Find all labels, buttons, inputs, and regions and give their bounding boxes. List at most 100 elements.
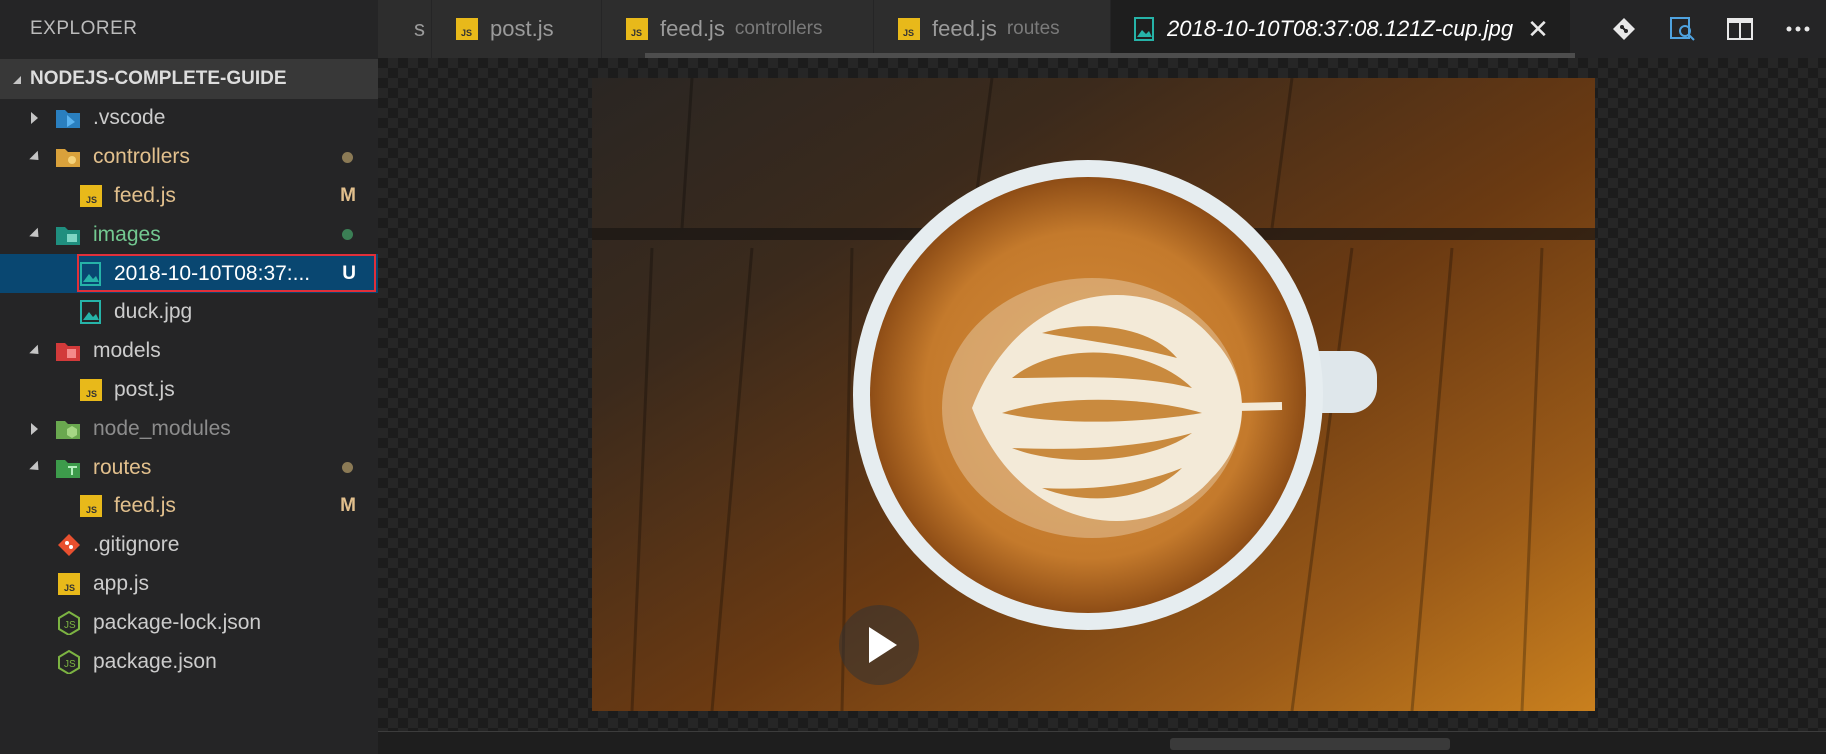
coffee-cup-image[interactable] (592, 78, 1595, 711)
tree-item-label: images (93, 222, 161, 246)
image-file-icon (80, 300, 101, 325)
tree-item-post-js[interactable]: JS post.js (0, 371, 378, 410)
split-editor-icon[interactable] (1726, 16, 1754, 42)
image-file-icon (80, 261, 101, 286)
modified-dot (342, 151, 353, 163)
tree-item-label: .vscode (93, 106, 166, 130)
chevron-down-icon (29, 344, 43, 358)
js-file-icon: JS (456, 18, 478, 40)
nodejs-icon: JS (58, 610, 80, 635)
tree-item-label: duck.jpg (114, 300, 193, 324)
status-bar-item (1170, 738, 1450, 750)
chevron-right-icon (31, 422, 38, 435)
tree-item-label: package.json (93, 649, 217, 673)
tree-item-app-js[interactable]: JS app.js (0, 565, 378, 604)
js-file-icon: JS (80, 495, 102, 518)
svg-text:JS: JS (461, 28, 472, 38)
chevron-down-icon (29, 460, 43, 475)
image-file-icon (1134, 17, 1154, 41)
chevron-down-icon (29, 228, 43, 242)
node-folder-icon (56, 420, 80, 439)
tree-item-label: node_modules (93, 416, 231, 440)
tab-feed-js-routes[interactable]: JS feed.js routes (874, 0, 1111, 58)
tree-item-label: feed.js (114, 183, 176, 207)
vscode-folder-icon (56, 110, 80, 129)
tree-item-images[interactable]: images (0, 215, 378, 254)
images-folder-icon (56, 226, 80, 245)
svg-text:JS: JS (64, 659, 76, 670)
editor-tab-bar: s JS post.js JS feed.js controllers JS f… (378, 0, 1826, 58)
tab-description: controllers (734, 18, 823, 39)
git-status-badge: M (340, 184, 356, 206)
controllers-folder-icon (56, 149, 80, 168)
tree-item-label: post.js (114, 377, 175, 401)
tree-item-label: models (93, 339, 161, 363)
tree-item-vscode[interactable]: .vscode (0, 99, 378, 138)
svg-text:JS: JS (631, 28, 642, 38)
svg-text:JS: JS (903, 28, 914, 38)
tree-item-models[interactable]: models (0, 332, 378, 371)
image-editor (378, 58, 1826, 732)
tab-feed-js-controllers[interactable]: JS feed.js controllers (602, 0, 874, 58)
tree-item-duck-jpg[interactable]: duck.jpg (0, 293, 378, 332)
js-file-icon: JS (58, 572, 80, 595)
untracked-dot (342, 229, 353, 241)
tree-item-node-modules[interactable]: node_modules (0, 409, 378, 448)
chevron-down-icon (13, 76, 21, 84)
js-file-icon: JS (898, 18, 920, 40)
tree-item-controllers[interactable]: controllers (0, 138, 378, 177)
git-status-badge: M (340, 495, 356, 517)
status-bar (378, 731, 1826, 754)
editor-actions (1596, 0, 1826, 58)
tree-item-label: controllers (93, 145, 190, 169)
svg-text:JS: JS (86, 389, 97, 399)
tab-label: post.js (490, 16, 554, 41)
models-folder-icon (56, 343, 80, 362)
routes-folder-icon (56, 459, 80, 478)
tree-item-routes[interactable]: routes (0, 448, 378, 487)
modified-dot (342, 462, 353, 474)
workspace-name: NODEJS-COMPLETE-GUIDE (30, 68, 287, 89)
git-icon (58, 534, 80, 557)
tab-post-js[interactable]: JS post.js (432, 0, 602, 58)
tree-item-package-json[interactable]: JS package.json (0, 642, 378, 681)
play-icon[interactable] (839, 605, 919, 685)
tab-label: s (414, 16, 425, 41)
tree-item-gitignore[interactable]: .gitignore (0, 526, 378, 565)
chevron-right-icon (31, 112, 38, 125)
tree-item-label: 2018-10-10T08:37:... (114, 261, 311, 285)
git-status-badge: U (342, 262, 356, 284)
tree-item-label: routes (93, 455, 152, 479)
tree-item-feed-js[interactable]: JS feed.js M (0, 487, 378, 526)
close-icon[interactable]: ✕ (1527, 14, 1549, 45)
tab-truncated[interactable]: s (378, 0, 432, 58)
js-file-icon: JS (80, 378, 102, 401)
tree-item-label: .gitignore (93, 533, 180, 557)
nodejs-icon: JS (58, 649, 80, 674)
more-icon[interactable] (1785, 25, 1811, 33)
js-file-icon: JS (80, 184, 102, 207)
tab-description: routes (1006, 18, 1060, 39)
workspace-section-header[interactable]: NODEJS-COMPLETE-GUIDE (0, 59, 378, 99)
tab-cup-image[interactable]: 2018-10-10T08:37:08.121Z-cup.jpg ✕ (1111, 0, 1571, 58)
explorer-sidebar: EXPLORER NODEJS-COMPLETE-GUIDE .vscode c… (0, 0, 378, 754)
git-compare-icon[interactable] (1611, 16, 1637, 42)
svg-text:JS: JS (64, 620, 76, 631)
tree-item-label: feed.js (114, 494, 176, 518)
open-preview-icon[interactable] (1668, 15, 1696, 43)
svg-text:JS: JS (86, 505, 97, 515)
tree-item-label: app.js (93, 571, 150, 595)
js-file-icon: JS (626, 18, 648, 40)
tab-label: 2018-10-10T08:37:08.121Z-cup.jpg (1167, 16, 1514, 41)
tab-label: feed.js (932, 16, 997, 41)
tree-item-cup-image[interactable]: 2018-10-10T08:37:... U (0, 254, 378, 293)
tree-item-feed-js[interactable]: JS feed.js M (0, 177, 378, 216)
tree-item-package-lock-json[interactable]: JS package-lock.json (0, 603, 378, 642)
chevron-down-icon (29, 150, 43, 164)
svg-text:JS: JS (86, 195, 97, 205)
explorer-title: EXPLORER (30, 18, 138, 39)
tab-label: feed.js (660, 16, 725, 41)
tree-item-label: package-lock.json (93, 610, 262, 634)
svg-text:JS: JS (64, 583, 75, 593)
file-tree: .vscode controllers JS feed.js M images (0, 99, 378, 681)
